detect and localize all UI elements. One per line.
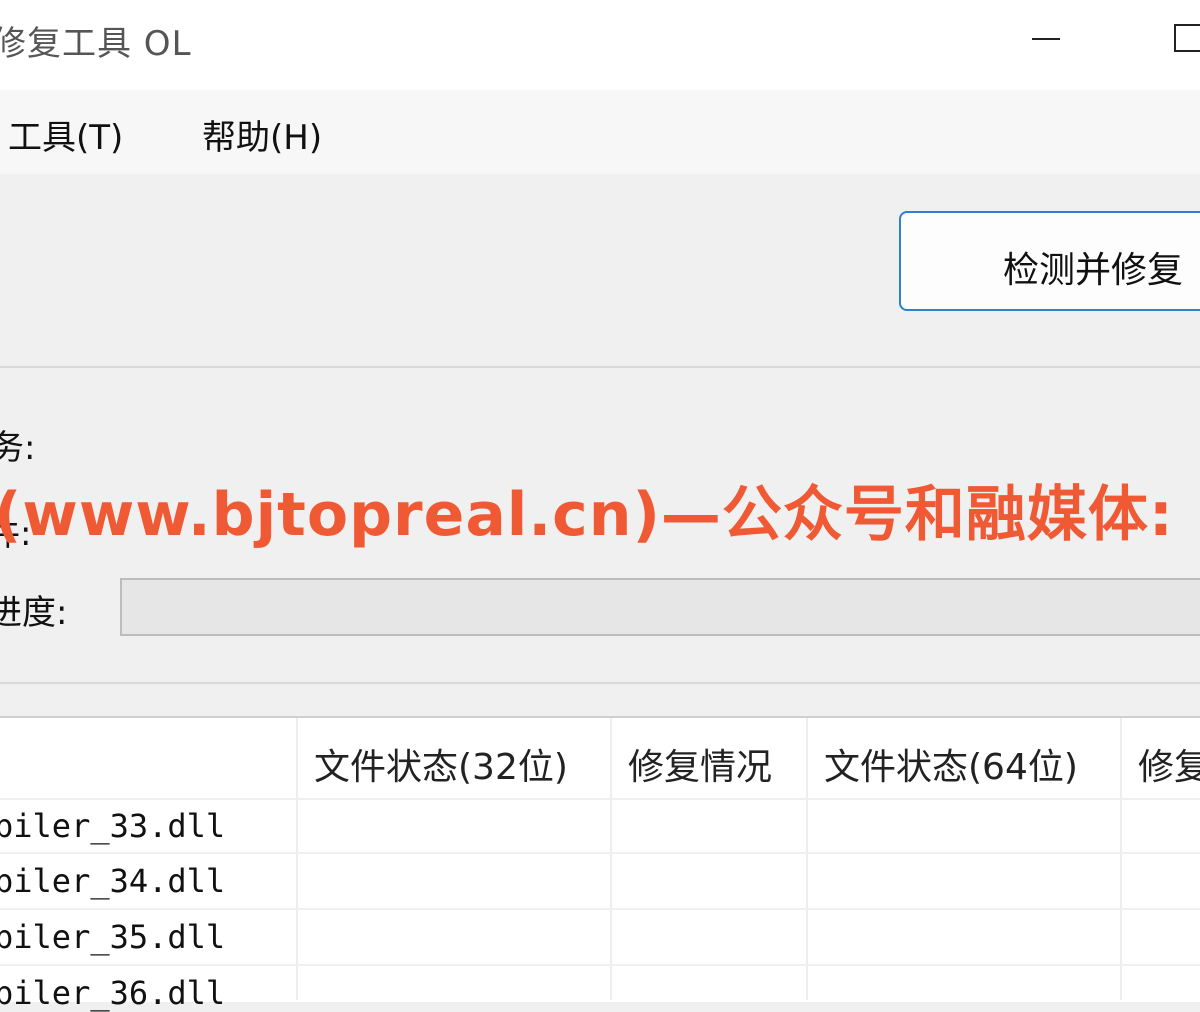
detect-and-fix-button[interactable]: 检测并修复 — [899, 211, 1200, 311]
row-divider — [0, 964, 1200, 966]
menu-item-help[interactable]: 帮助(H) — [202, 110, 322, 159]
maximize-button[interactable] — [1150, 0, 1200, 90]
header-repair-status[interactable]: 修复情况 — [628, 738, 772, 820]
row-divider — [0, 798, 1200, 800]
column-divider — [610, 718, 612, 1000]
column-divider — [296, 718, 298, 1000]
minimize-button[interactable] — [1000, 0, 1090, 90]
window-title: 修复工具 OL — [0, 24, 192, 64]
header-file-status-32[interactable]: 文件状态(32位) — [314, 738, 568, 820]
row-divider — [0, 908, 1200, 910]
detect-and-fix-label: 检测并修复 — [1003, 250, 1184, 291]
row-divider — [0, 852, 1200, 854]
watermark-text: (www.bjtopreal.cn)—公众号和融媒体: — [0, 480, 1174, 550]
table-row[interactable]: piler_35.dll — [0, 918, 225, 956]
column-divider — [1120, 718, 1122, 1000]
menu-item-tools[interactable]: 工具(T) — [8, 110, 123, 159]
header-file-status-64[interactable]: 文件状态(64位) — [824, 738, 1078, 820]
maximize-icon — [1174, 24, 1200, 52]
table-row[interactable]: piler_33.dll — [0, 807, 225, 845]
task-label: 务: — [0, 428, 36, 468]
progress-bar — [120, 578, 1200, 636]
minimize-icon — [1032, 38, 1060, 40]
table-row[interactable]: piler_34.dll — [0, 862, 225, 900]
divider — [0, 682, 1200, 684]
menu-bar — [0, 90, 1200, 174]
column-divider — [806, 718, 808, 1000]
table-row[interactable]: piler_36.dll — [0, 974, 225, 1012]
header-repair[interactable]: 修复 — [1138, 738, 1200, 820]
divider — [0, 366, 1200, 368]
progress-label: 进度: — [0, 593, 68, 633]
